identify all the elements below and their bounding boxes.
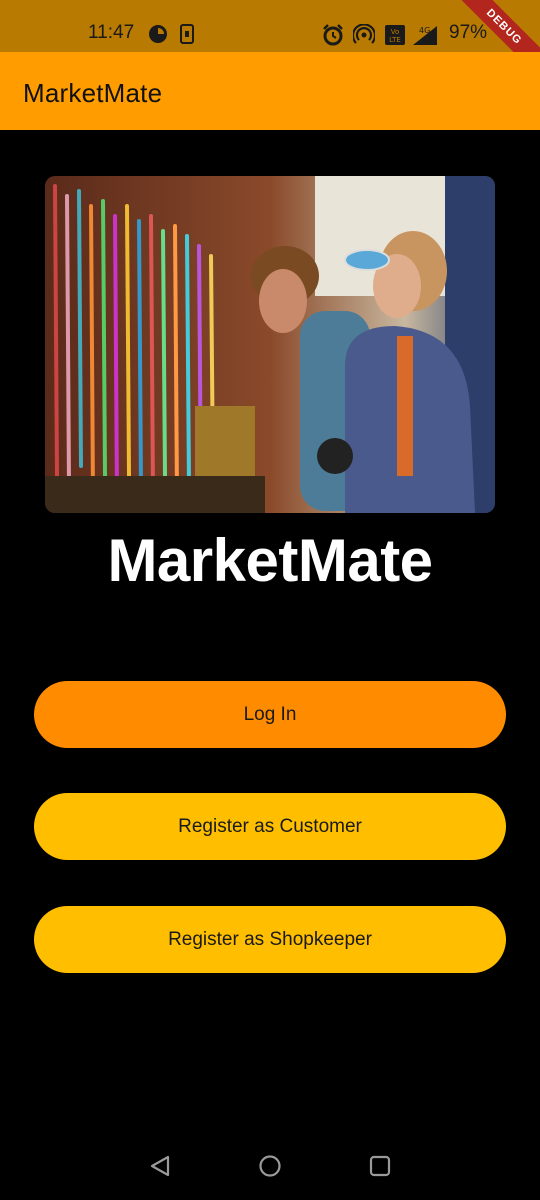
status-bar: 11:47 Vo LTE 4G 97% DEBUG [0,0,540,85]
svg-text:Vo: Vo [391,28,400,36]
register-customer-button[interactable]: Register as Customer [34,793,506,860]
login-button[interactable]: Log In [34,681,506,748]
signal-4g-icon: 4G [411,24,439,52]
system-nav-bar [0,1130,540,1200]
status-time: 11:47 [88,22,135,43]
alarm-icon [322,24,344,52]
battery-percent: 97% [449,22,488,43]
hotspot-icon [351,23,377,52]
back-icon[interactable] [148,1154,172,1183]
home-icon[interactable] [258,1154,282,1183]
svg-text:LTE: LTE [389,36,401,44]
app-bar: MarketMate [0,52,540,130]
svg-text:4G: 4G [419,26,430,35]
app-bar-title: MarketMate [23,78,163,108]
hero-title: MarketMate [107,527,433,594]
sim-icon [180,24,194,50]
hero-image [45,176,495,513]
register-shopkeeper-button[interactable]: Register as Shopkeeper [34,906,506,973]
volte-icon: Vo LTE [384,24,406,52]
recents-icon[interactable] [368,1154,392,1183]
app-icon [148,24,168,50]
